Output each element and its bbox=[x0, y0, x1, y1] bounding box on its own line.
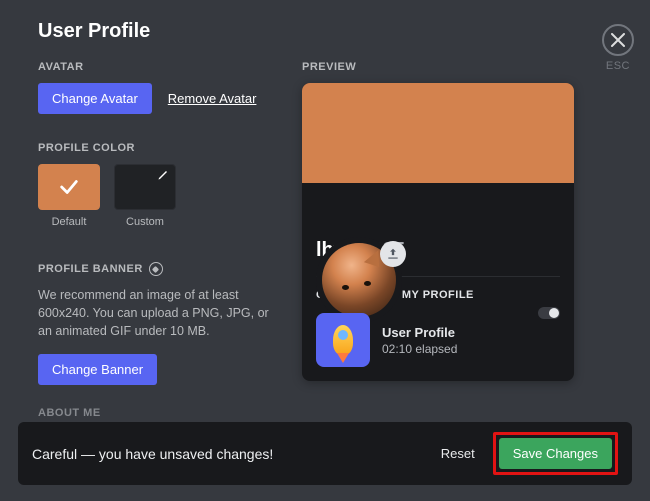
activity-elapsed: 02:10 elapsed bbox=[382, 342, 457, 356]
check-icon bbox=[58, 176, 80, 198]
activity-title: User Profile bbox=[382, 325, 457, 340]
profile-preview-card: lhw#6335 CUSTOMIZING MY PROFILE User Pro bbox=[302, 83, 574, 381]
about-me-section-label: ABOUT ME bbox=[38, 407, 276, 419]
profile-color-section-label: PROFILE COLOR bbox=[38, 142, 276, 154]
activity-icon bbox=[316, 313, 370, 367]
upload-icon bbox=[386, 247, 400, 261]
esc-hint: ESC bbox=[606, 60, 630, 72]
activity-row: User Profile 02:10 elapsed bbox=[316, 313, 560, 367]
change-avatar-button[interactable]: Change Avatar bbox=[38, 83, 152, 114]
remove-avatar-link[interactable]: Remove Avatar bbox=[168, 91, 257, 106]
change-banner-button[interactable]: Change Banner bbox=[38, 354, 157, 385]
pencil-icon bbox=[157, 169, 169, 184]
close-icon bbox=[611, 33, 625, 47]
upload-avatar-badge[interactable] bbox=[380, 241, 406, 267]
save-highlight-box: Save Changes bbox=[493, 432, 618, 475]
close-button[interactable] bbox=[602, 24, 634, 56]
preview-section-label: PREVIEW bbox=[302, 61, 612, 73]
rocket-icon bbox=[333, 325, 353, 355]
page-title: User Profile bbox=[38, 20, 612, 43]
status-indicator bbox=[538, 307, 560, 319]
reset-button[interactable]: Reset bbox=[431, 438, 485, 469]
avatar-section-label: AVATAR bbox=[38, 61, 276, 73]
preview-column: PREVIEW lhw bbox=[302, 61, 612, 419]
profile-banner-help: We recommend an image of at least 600x24… bbox=[38, 286, 276, 340]
nitro-icon bbox=[149, 262, 163, 276]
save-changes-button[interactable]: Save Changes bbox=[499, 438, 612, 469]
unsaved-warning-text: Careful — you have unsaved changes! bbox=[32, 446, 431, 462]
profile-banner-section-label: PROFILE BANNER bbox=[38, 262, 276, 276]
settings-column: AVATAR Change Avatar Remove Avatar PROFI… bbox=[38, 61, 276, 419]
profile-banner-preview bbox=[302, 83, 574, 183]
unsaved-changes-bar: Careful — you have unsaved changes! Rese… bbox=[18, 422, 632, 485]
profile-color-custom-caption: Custom bbox=[126, 216, 164, 228]
profile-color-default-caption: Default bbox=[52, 216, 87, 228]
profile-color-custom-swatch[interactable] bbox=[114, 164, 176, 210]
profile-color-default-swatch[interactable] bbox=[38, 164, 100, 210]
